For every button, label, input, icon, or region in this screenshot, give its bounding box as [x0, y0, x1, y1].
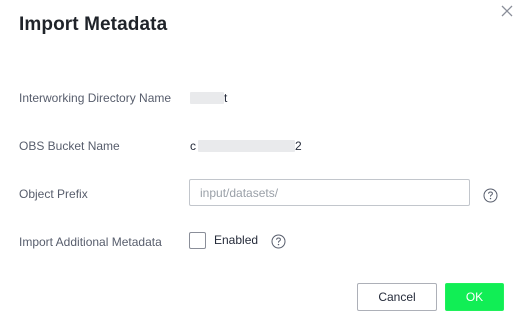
directory-name-label: Interworking Directory Name	[19, 91, 172, 105]
help-icon[interactable]	[483, 188, 498, 203]
enabled-checkbox[interactable]	[189, 232, 206, 249]
bucket-name-value: c 2	[190, 139, 302, 153]
bucket-name-prefix: c	[190, 139, 196, 153]
bucket-name-suffix: 2	[295, 139, 302, 153]
redacted-text	[198, 140, 295, 152]
bucket-name-label: OBS Bucket Name	[19, 139, 120, 153]
directory-name-value: t	[190, 91, 227, 105]
object-prefix-field[interactable]	[189, 179, 470, 206]
redacted-text	[190, 92, 224, 104]
ok-button[interactable]: OK	[445, 283, 504, 311]
directory-name-suffix: t	[224, 91, 228, 105]
additional-metadata-label: Import Additional Metadata	[19, 235, 162, 249]
object-prefix-label: Object Prefix	[19, 187, 88, 201]
import-metadata-dialog: Import Metadata Interworking Directory N…	[0, 0, 520, 322]
close-icon[interactable]	[500, 4, 514, 18]
cancel-button[interactable]: Cancel	[357, 283, 437, 311]
dialog-title: Import Metadata	[19, 14, 168, 35]
help-icon[interactable]	[271, 234, 286, 249]
object-prefix-input[interactable]	[190, 180, 469, 205]
enabled-checkbox-label[interactable]: Enabled	[214, 233, 258, 247]
